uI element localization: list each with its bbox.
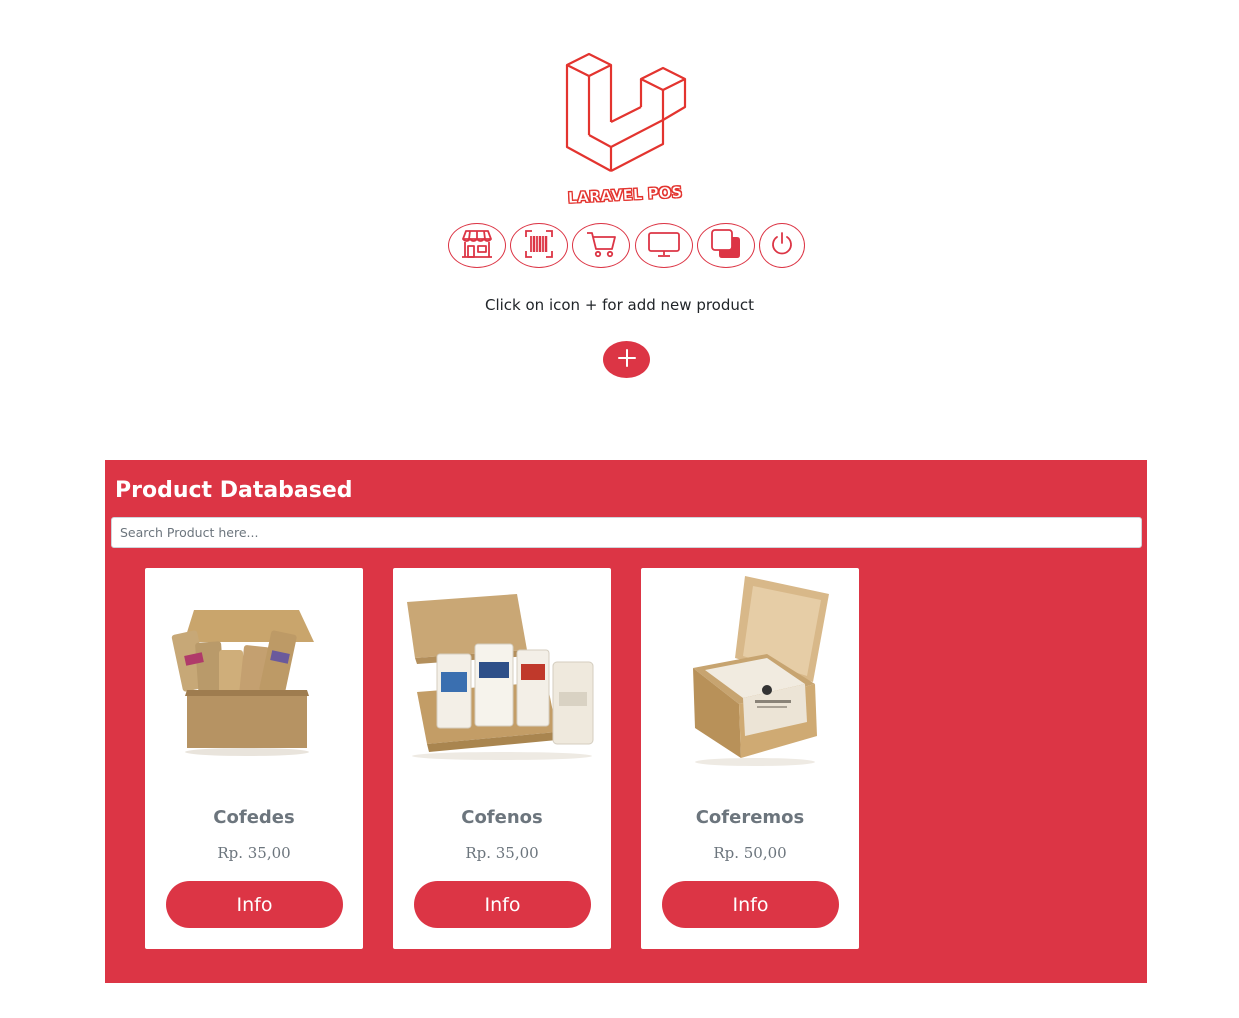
nav-cart-button[interactable] bbox=[572, 223, 630, 268]
nav-monitor-button[interactable] bbox=[635, 223, 693, 268]
nav-power-button[interactable] bbox=[759, 223, 805, 268]
nav-copy-button[interactable] bbox=[697, 223, 755, 268]
barcode-icon bbox=[524, 229, 554, 263]
monitor-icon bbox=[647, 229, 681, 263]
plus-icon bbox=[617, 348, 637, 371]
product-card: Cofenos Rp. 35,00 Info bbox=[393, 568, 611, 949]
product-card: Cofedes Rp. 35,00 Info bbox=[145, 568, 363, 949]
panel-title: Product Databased bbox=[115, 478, 353, 503]
add-product-hint: Click on icon + for add new product bbox=[484, 296, 755, 314]
product-name: Cofenos bbox=[461, 807, 543, 828]
product-price: Rp. 50,00 bbox=[713, 844, 787, 862]
search-input[interactable] bbox=[111, 517, 1142, 548]
copy-icon bbox=[710, 228, 742, 264]
info-button[interactable]: Info bbox=[414, 881, 591, 928]
cart-icon bbox=[585, 229, 617, 263]
add-product-button[interactable] bbox=[603, 341, 650, 378]
product-price: Rp. 35,00 bbox=[465, 844, 539, 862]
coffee-gift-box-image bbox=[149, 572, 359, 772]
product-name: Cofedes bbox=[213, 807, 295, 828]
coffee-sampler-box-image bbox=[397, 572, 607, 772]
product-name: Coferemos bbox=[695, 807, 805, 828]
coffee-kraft-box-image bbox=[645, 572, 855, 772]
product-database-panel: Product Databased Search Product here...… bbox=[105, 460, 1147, 983]
nav-store-button[interactable] bbox=[448, 223, 506, 268]
product-price: Rp. 35,00 bbox=[217, 844, 291, 862]
nav-barcode-button[interactable] bbox=[510, 223, 568, 268]
store-icon bbox=[460, 229, 494, 263]
nav-icon-bar bbox=[0, 223, 1239, 271]
product-card: Coferemos Rp. 50,00 Info bbox=[641, 568, 859, 949]
info-button[interactable]: Info bbox=[662, 881, 839, 928]
power-icon bbox=[769, 231, 795, 261]
info-button[interactable]: Info bbox=[166, 881, 343, 928]
